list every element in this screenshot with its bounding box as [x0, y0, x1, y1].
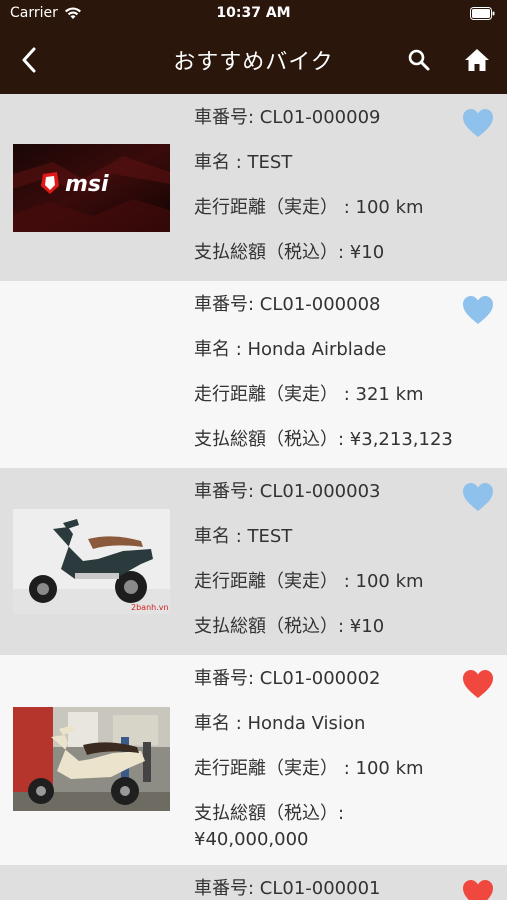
- item-price-value: ¥40,000,000: [194, 829, 309, 850]
- item-number: 車番号: CL01-000002: [194, 668, 381, 689]
- list-item[interactable]: 車番号: CL01-000002 車名 : Honda Vision 走行距離（…: [0, 655, 507, 865]
- item-info: 車番号: CL01-000003 車名 : TEST 走行距離（実走） : 10…: [194, 481, 464, 661]
- bike-list: msi 車番号: CL01-000009 車名 : TEST 走行距離（実走） …: [0, 94, 507, 900]
- item-name: 車名 : TEST: [194, 526, 293, 547]
- item-mileage: 走行距離（実走） : 100 km: [194, 571, 424, 592]
- item-number: 車番号: CL01-000009: [194, 107, 381, 128]
- item-number: 車番号: CL01-000003: [194, 481, 381, 502]
- item-mileage: 走行距離（実走） : 100 km: [194, 197, 424, 218]
- scooter-image: 2banh.vn: [13, 509, 170, 614]
- list-item[interactable]: 車番号: CL01-000001: [0, 865, 507, 900]
- nav-bar: おすすめバイク: [0, 28, 507, 94]
- item-price-label: 支払総額（税込）:: [194, 803, 345, 824]
- item-mileage: 走行距離（実走） : 321 km: [194, 384, 424, 405]
- heart-icon[interactable]: [462, 108, 494, 138]
- item-number: 車番号: CL01-000001: [194, 878, 381, 899]
- clock: 10:37 AM: [216, 5, 291, 21]
- thumb-caption: 2banh.vn: [131, 603, 169, 612]
- heart-icon[interactable]: [462, 879, 494, 900]
- search-button[interactable]: [404, 45, 434, 75]
- item-info: 車番号: CL01-000002 車名 : Honda Vision 走行距離（…: [194, 668, 464, 851]
- battery-icon: [470, 7, 495, 20]
- home-button[interactable]: [462, 45, 492, 75]
- item-price: 支払総額（税込）: ¥40,000,000: [194, 803, 394, 851]
- search-icon: [408, 49, 430, 71]
- list-item[interactable]: 車番号: CL01-000008 車名 : Honda Airblade 走行距…: [0, 281, 507, 468]
- item-info: 車番号: CL01-000001: [194, 878, 464, 900]
- status-bar: Carrier 10:37 AM: [0, 0, 507, 28]
- item-mileage: 走行距離（実走） : 100 km: [194, 758, 424, 779]
- item-info: 車番号: CL01-000009 車名 : TEST 走行距離（実走） : 10…: [194, 107, 464, 287]
- home-icon: [465, 49, 489, 71]
- item-info: 車番号: CL01-000008 車名 : Honda Airblade 走行距…: [194, 294, 464, 474]
- scooter-showroom-image: [13, 707, 170, 811]
- msi-logo-image: msi: [13, 144, 170, 232]
- heart-icon[interactable]: [462, 482, 494, 512]
- item-name: 車名 : Honda Vision: [194, 713, 366, 734]
- item-number: 車番号: CL01-000008: [194, 294, 381, 315]
- svg-text:msi: msi: [65, 172, 109, 197]
- list-item[interactable]: msi 車番号: CL01-000009 車名 : TEST 走行距離（実走） …: [0, 94, 507, 281]
- item-name: 車名 : TEST: [194, 152, 293, 173]
- heart-icon[interactable]: [462, 295, 494, 325]
- item-name: 車名 : Honda Airblade: [194, 339, 387, 360]
- list-item[interactable]: 2banh.vn 車番号: CL01-000003 車名 : TEST 走行距離…: [0, 468, 507, 655]
- heart-icon[interactable]: [462, 669, 494, 699]
